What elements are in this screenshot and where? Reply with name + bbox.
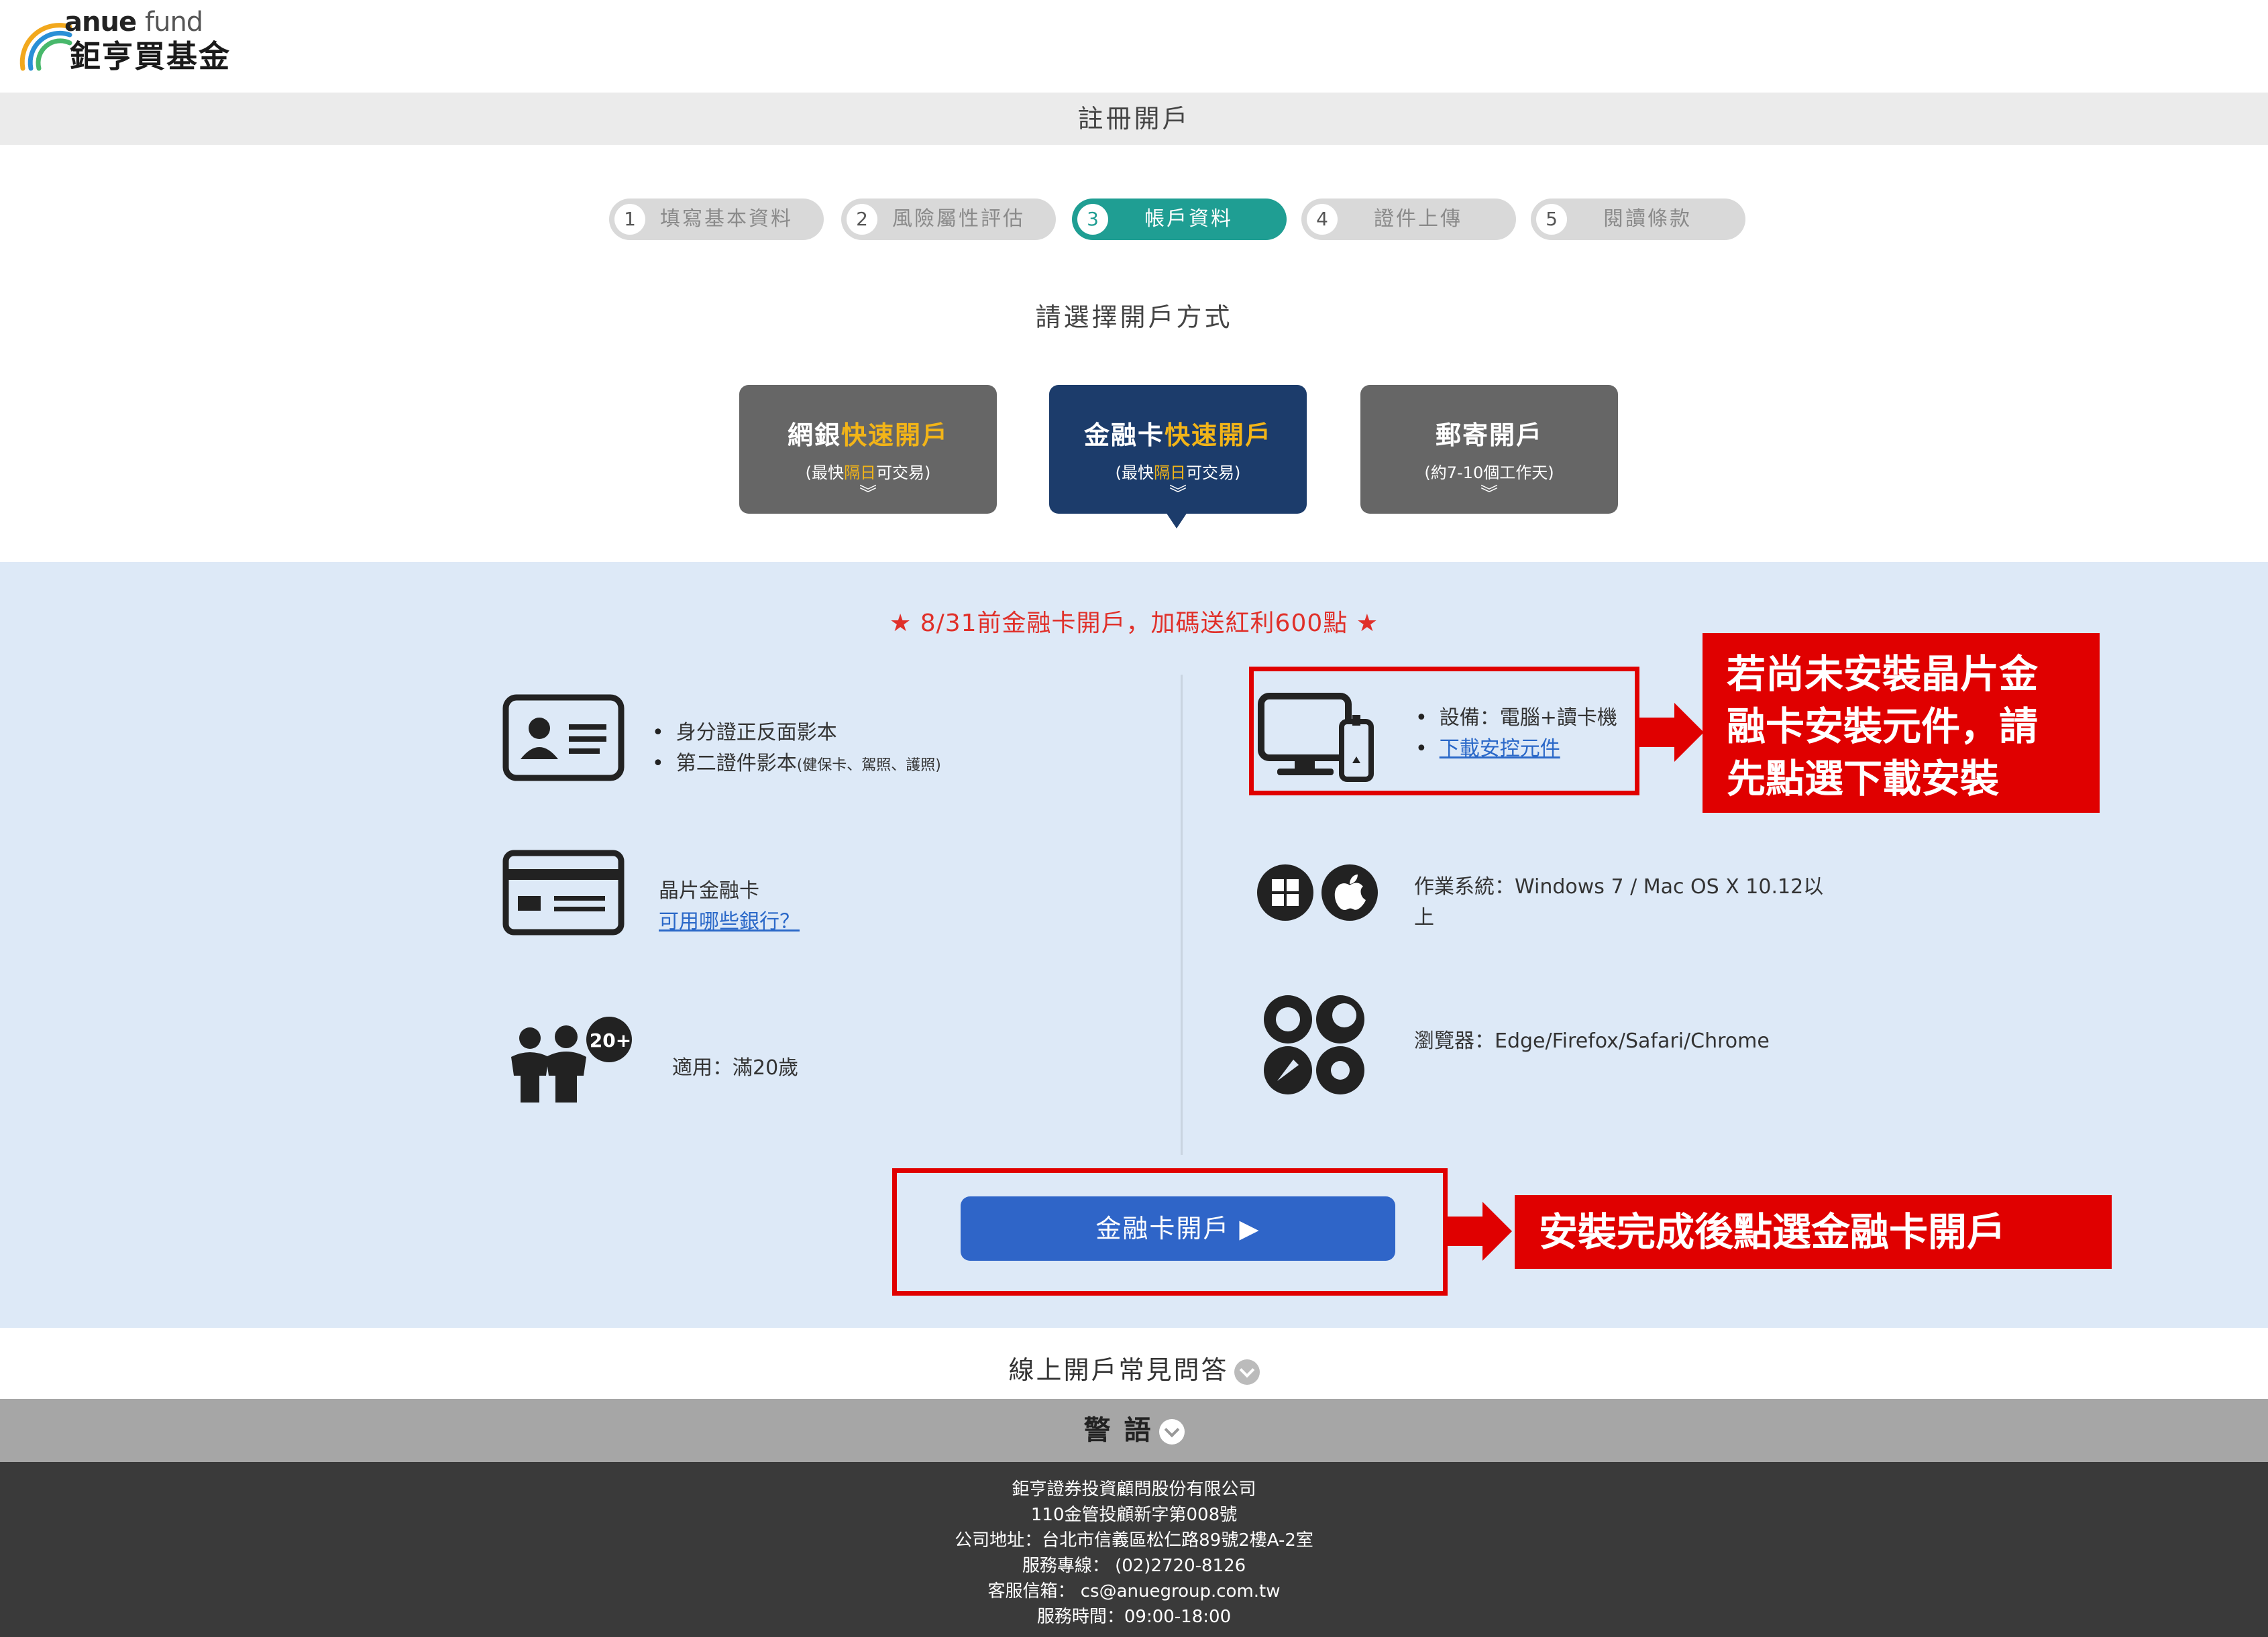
os-line-2: 上	[1414, 906, 1434, 929]
install-note-line-3: 先點選下載安裝	[1727, 756, 2000, 801]
method-debitcard-button[interactable]: 金融卡快速開戶 (最快隔日可交易) ︾	[1049, 385, 1307, 514]
debit-card-open-account-button[interactable]: 金融卡開戶 ▶	[961, 1196, 1395, 1261]
id-line-1: 身分證正反面影本	[652, 718, 941, 748]
card-line: 晶片金融卡	[659, 879, 759, 903]
footer-license: 110金管投顧新字第008號	[1030, 1505, 1238, 1525]
step-number: 2	[847, 204, 877, 235]
chevron-down-icon	[1234, 1359, 1260, 1385]
id-line-2: 第二證件影本(健保卡、駕照、護照)	[652, 748, 941, 781]
footer: 鉅亨證券投資顧問股份有限公司 110金管投顧新字第008號 公司地址：台北市信義…	[0, 1462, 2268, 1637]
step-label: 風險屬性評估	[892, 207, 1025, 231]
step-3-active: 3 帳戶資料	[1072, 199, 1287, 240]
chevron-down-icon: ︾	[1480, 484, 1498, 504]
card-requirements: 晶片金融卡 可用哪些銀行？	[659, 876, 800, 938]
adults-age-icon	[511, 1017, 632, 1103]
step-1: 1 填寫基本資料	[609, 199, 824, 240]
step-label: 填寫基本資料	[660, 207, 793, 231]
choose-method-heading: 請選擇開戶方式	[1035, 302, 1233, 332]
age-badge: 20+	[589, 1029, 632, 1052]
install-note-line-2: 融卡安裝元件，請	[1727, 703, 2039, 749]
method-mail-button[interactable]: 郵寄開戶 (約7-10個工作天) ︾	[1360, 385, 1618, 514]
footer-company: 鉅亨證券投資顧問股份有限公司	[1012, 1479, 1256, 1500]
method-title: 金融卡快速開戶	[1083, 420, 1273, 450]
warning-toggle[interactable]: 警語	[0, 1399, 2268, 1462]
method-subtitle: (最快隔日可交易)	[805, 463, 931, 482]
method-netbank-button[interactable]: 網銀快速開戶 (最快隔日可交易) ︾	[739, 385, 997, 514]
install-note-line-1: 若尚未安裝晶片金	[1727, 651, 2039, 697]
step-number: 3	[1077, 204, 1108, 235]
bank-card-icon	[502, 850, 625, 936]
highlight-download-box	[1249, 667, 1639, 795]
step-label: 閱讀條款	[1603, 207, 1692, 231]
browsers-icon	[1264, 995, 1364, 1094]
step-label: 帳戶資料	[1144, 207, 1233, 231]
step-2: 2 風險屬性評估	[841, 199, 1056, 240]
footer-hotline: 服務專線： (02)2720-8126	[1022, 1556, 1246, 1576]
arrow-right-icon	[1639, 703, 1704, 762]
footer-address: 公司地址：台北市信義區松仁路89號2樓A-2室	[955, 1530, 1313, 1550]
footer-email[interactable]: 客服信箱： cs@anuegroup.com.tw	[0, 1579, 2268, 1604]
os-line-1: 作業系統：Windows 7 / Mac OS X 10.12以	[1414, 875, 1824, 899]
step-5: 5 閱讀條款	[1531, 199, 1745, 240]
age-requirement: 適用：滿20歲	[672, 1056, 799, 1080]
step-number: 5	[1536, 204, 1567, 235]
windows-mac-icon	[1257, 864, 1378, 921]
method-title: 郵寄開戶	[1435, 420, 1543, 450]
id-card-icon	[502, 694, 625, 781]
method-subtitle: (約7-10個工作天)	[1424, 463, 1554, 482]
chevron-down-icon: ︾	[859, 484, 877, 504]
os-requirement: 作業系統：Windows 7 / Mac OS X 10.12以 上	[1414, 872, 1823, 934]
browser-requirement: 瀏覽器：Edge/Firefox/Safari/Chrome	[1414, 1029, 1770, 1053]
chevron-down-icon	[1158, 1419, 1185, 1445]
faq-toggle[interactable]: 線上開戶常見問答	[0, 1349, 2268, 1386]
chevron-down-icon: ︾	[1169, 484, 1187, 504]
divider	[1181, 675, 1183, 1155]
step-number: 4	[1307, 204, 1338, 235]
after-install-note: 安裝完成後點選金融卡開戶	[1515, 1195, 2112, 1269]
install-instruction-note: 若尚未安裝晶片金 融卡安裝元件，請 先點選下載安裝	[1703, 633, 2100, 813]
step-number: 1	[614, 204, 645, 235]
logo-chinese-name: 鉅亨買基金	[70, 38, 231, 74]
id-requirements: 身分證正反面影本 第二證件影本(健保卡、駕照、護照)	[652, 718, 941, 781]
selected-pointer-icon	[1166, 512, 1187, 528]
supported-banks-link[interactable]: 可用哪些銀行？	[659, 907, 800, 938]
warning-label: 警語	[1083, 1415, 1165, 1446]
method-subtitle: (最快隔日可交易)	[1115, 463, 1241, 482]
faq-label: 線上開戶常見問答	[1008, 1355, 1229, 1385]
step-4: 4 證件上傳	[1301, 199, 1516, 240]
arrow-right-icon	[1448, 1202, 1512, 1261]
method-title: 網銀快速開戶	[787, 420, 949, 450]
page-title: 註冊開戶	[0, 93, 2268, 145]
footer-hours: 服務時間：09:00-18:00	[1036, 1607, 1232, 1627]
step-label: 證件上傳	[1374, 207, 1462, 231]
